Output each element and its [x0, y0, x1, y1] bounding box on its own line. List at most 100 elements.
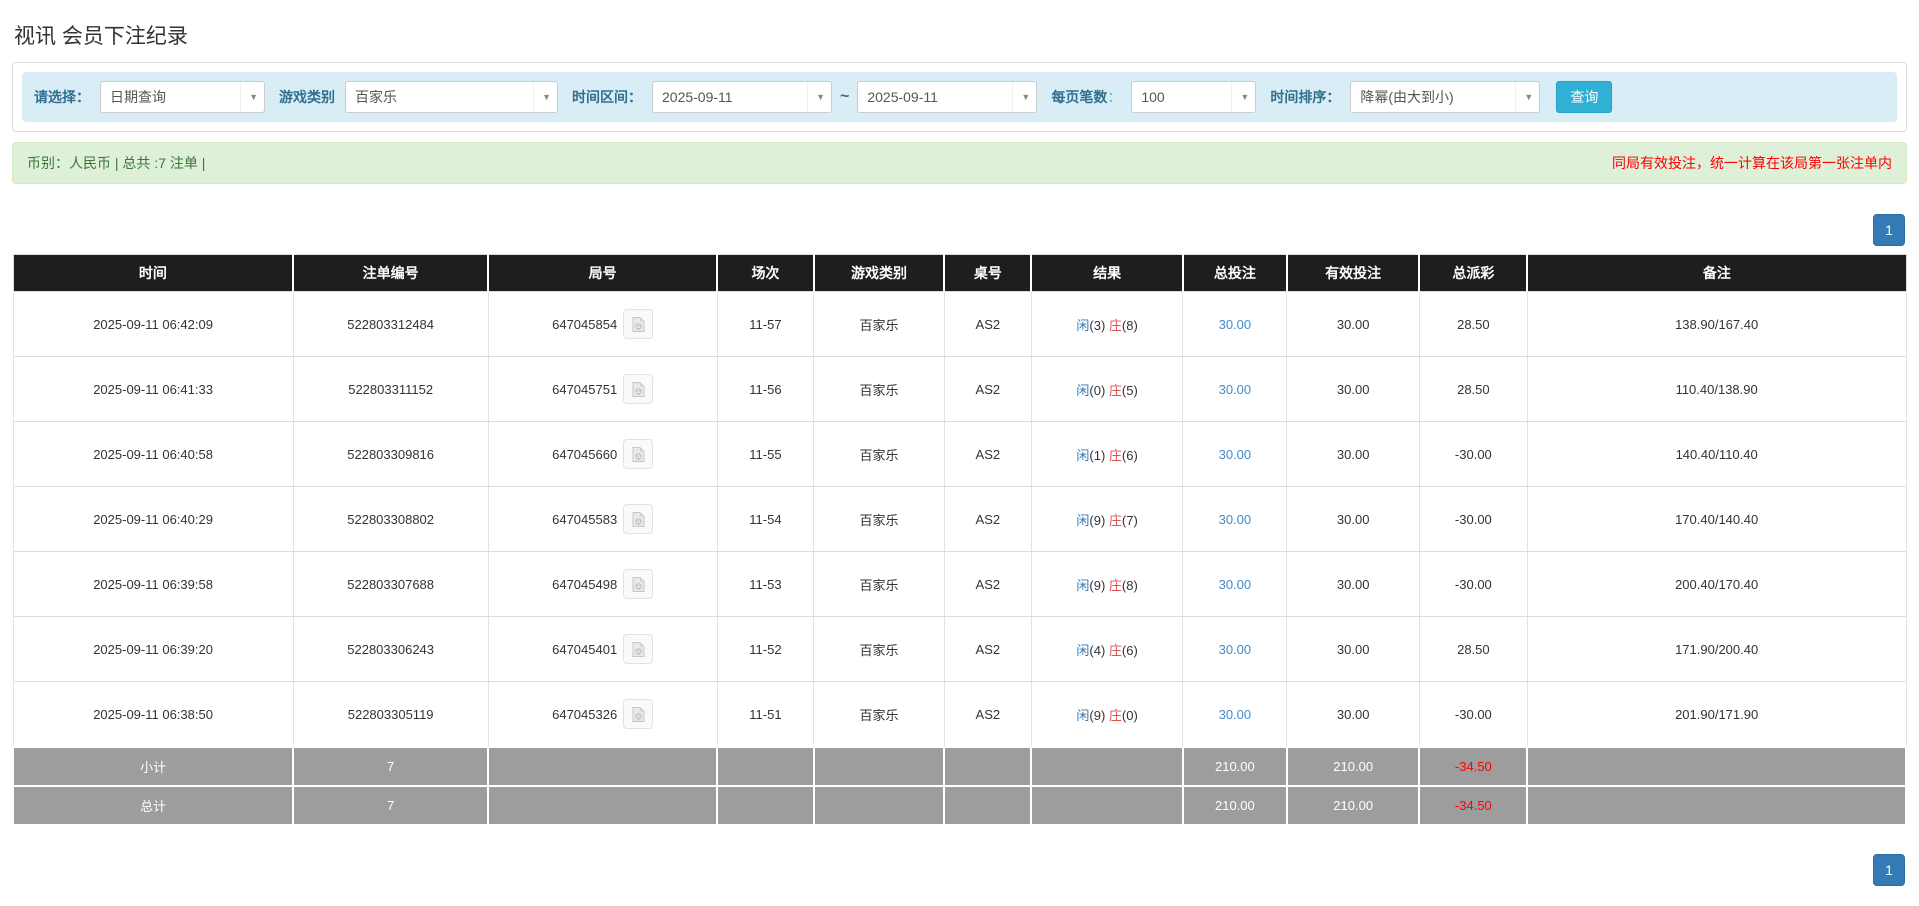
- round-no-cell: 647045583: [487, 486, 718, 552]
- header-bet-no: 注单编号: [292, 254, 490, 292]
- header-table-no: 桌号: [943, 254, 1033, 292]
- banker-result-label: 庄: [1108, 447, 1122, 463]
- bet-no-cell: 522803307688: [292, 551, 489, 617]
- table-row: 2025-09-11 06:42:09 522803312484 6470458…: [12, 291, 1907, 357]
- player-result-score: (3): [1089, 317, 1106, 333]
- game-type-select[interactable]: 百家乐 ▼: [345, 81, 558, 113]
- date-from-select[interactable]: 2025-09-11 ▼: [652, 81, 832, 113]
- round-no: 647045401: [552, 641, 618, 657]
- bet-no-cell: 522803305119: [292, 681, 489, 748]
- round-no: 647045498: [552, 576, 618, 592]
- video-replay-button[interactable]: [623, 699, 654, 729]
- subtotal-row: 小计 7 210.00 210.00 -34.50: [11, 746, 1907, 787]
- valid-bet-cell: 30.00: [1286, 486, 1420, 552]
- total-bet-cell: 30.00: [1182, 486, 1288, 552]
- search-button[interactable]: 查询: [1556, 81, 1613, 113]
- video-replay-button[interactable]: [623, 634, 654, 664]
- total-bet-cell: 30.00: [1182, 356, 1288, 422]
- round-no: 647045583: [552, 511, 618, 527]
- page-size-label: 每页笔数：: [1051, 89, 1122, 105]
- chevron-down-icon: ▼: [533, 82, 551, 112]
- date-from-value: 2025-09-11: [662, 89, 733, 105]
- header-total-bet: 总投注: [1181, 254, 1288, 292]
- valid-bet-cell: 30.00: [1286, 421, 1420, 487]
- sort-value: 降幂(由大到小): [1360, 89, 1454, 105]
- result-cell: 闲(9) 庄(0): [1030, 681, 1184, 748]
- filter-bar: 请选择： 日期查询 ▼ 游戏类别 百家乐 ▼ 时间区间： 2025-09-11 …: [22, 72, 1897, 122]
- banker-result-label: 庄: [1108, 707, 1122, 723]
- table-no-cell: AS2: [943, 616, 1032, 682]
- payout-cell: -30.00: [1418, 486, 1528, 552]
- player-result-score: (1): [1089, 447, 1106, 463]
- player-result-label: 闲: [1076, 382, 1090, 398]
- table-row: 2025-09-11 06:39:58 522803307688 6470454…: [12, 551, 1907, 617]
- table-no-cell: AS2: [943, 486, 1032, 552]
- result-cell: 闲(9) 庄(8): [1030, 551, 1184, 617]
- total-bet-link[interactable]: 30.00: [1219, 512, 1252, 527]
- video-replay-button[interactable]: [623, 309, 654, 339]
- banker-result-score: (6): [1121, 447, 1138, 463]
- total-bet-link[interactable]: 30.00: [1219, 317, 1252, 332]
- table-row: 2025-09-11 06:40:58 522803309816 6470456…: [12, 421, 1907, 487]
- table-no-cell: AS2: [943, 681, 1032, 748]
- result-cell: 闲(9) 庄(7): [1030, 486, 1184, 552]
- header-time: 时间: [13, 254, 295, 292]
- total-bet-link[interactable]: 30.00: [1219, 577, 1252, 592]
- video-replay-button[interactable]: [623, 439, 654, 469]
- total-label: 总计: [11, 785, 295, 826]
- total-bet-link[interactable]: 30.00: [1219, 382, 1252, 397]
- remark-cell: 170.40/140.40: [1526, 486, 1907, 552]
- total-bet-link[interactable]: 30.00: [1219, 447, 1252, 462]
- page-1-button[interactable]: 1: [1873, 214, 1905, 246]
- filter-panel: 请选择： 日期查询 ▼ 游戏类别 百家乐 ▼ 时间区间： 2025-09-11 …: [12, 62, 1907, 132]
- session-cell: 11-57: [716, 291, 815, 357]
- table-no-cell: AS2: [943, 551, 1032, 617]
- total-bet-cell: 30.00: [1182, 291, 1288, 357]
- total-payout: -34.50: [1418, 785, 1529, 826]
- valid-bet-cell: 30.00: [1286, 291, 1420, 357]
- time-cell: 2025-09-11 06:39:58: [12, 551, 294, 617]
- banker-result-score: (8): [1121, 317, 1138, 333]
- round-no-cell: 647045326: [487, 681, 718, 748]
- time-cell: 2025-09-11 06:38:50: [12, 681, 294, 748]
- tilde-separator: ~: [840, 88, 850, 105]
- valid-bet-cell: 30.00: [1286, 356, 1420, 422]
- header-round-no: 局号: [487, 254, 719, 292]
- remark-cell: 138.90/167.40: [1526, 291, 1907, 357]
- video-replay-button[interactable]: [623, 569, 654, 599]
- page-title: 视讯 会员下注纪录: [14, 25, 188, 48]
- table-no-cell: AS2: [943, 291, 1032, 357]
- date-to-value: 2025-09-11: [867, 89, 938, 105]
- query-type-select[interactable]: 日期查询 ▼: [100, 81, 265, 113]
- chevron-down-icon: ▼: [1012, 82, 1030, 112]
- total-bet-link[interactable]: 30.00: [1219, 642, 1252, 657]
- summary-currency-count: 币别：人民币 | 总共 :7 注单 |: [27, 155, 206, 171]
- bet-no-cell: 522803309816: [292, 421, 489, 487]
- time-range-label: 时间区间：: [572, 89, 642, 105]
- time-cell: 2025-09-11 06:39:20: [12, 616, 294, 682]
- video-replay-button[interactable]: [623, 374, 654, 404]
- player-result-label: 闲: [1076, 317, 1090, 333]
- page-size-select[interactable]: 100 ▼: [1131, 81, 1257, 113]
- banker-result-label: 庄: [1108, 512, 1122, 528]
- remark-cell: 140.40/110.40: [1526, 421, 1907, 487]
- round-no-cell: 647045751: [487, 356, 718, 422]
- page-1-button[interactable]: 1: [1873, 854, 1905, 886]
- date-to-select[interactable]: 2025-09-11 ▼: [857, 81, 1038, 113]
- header-payout: 总派彩: [1418, 254, 1529, 292]
- time-cell: 2025-09-11 06:42:09: [12, 291, 294, 357]
- sort-select[interactable]: 降幂(由大到小) ▼: [1350, 81, 1541, 113]
- video-replay-button[interactable]: [623, 504, 654, 534]
- video-file-icon: [632, 641, 645, 657]
- total-bet-link[interactable]: 30.00: [1219, 707, 1252, 722]
- payout-cell: 28.50: [1418, 356, 1528, 422]
- valid-bet-cell: 30.00: [1286, 551, 1420, 617]
- pagination-bottom: 1: [12, 854, 1905, 886]
- bet-no-cell: 522803311152: [292, 356, 489, 422]
- player-result-label: 闲: [1076, 707, 1090, 723]
- total-count: 7: [292, 785, 490, 826]
- payout-cell: 28.50: [1418, 291, 1528, 357]
- round-no: 647045660: [552, 446, 618, 462]
- valid-bet-cell: 30.00: [1286, 681, 1420, 748]
- table-row: 2025-09-11 06:38:50 522803305119 6470453…: [12, 681, 1907, 748]
